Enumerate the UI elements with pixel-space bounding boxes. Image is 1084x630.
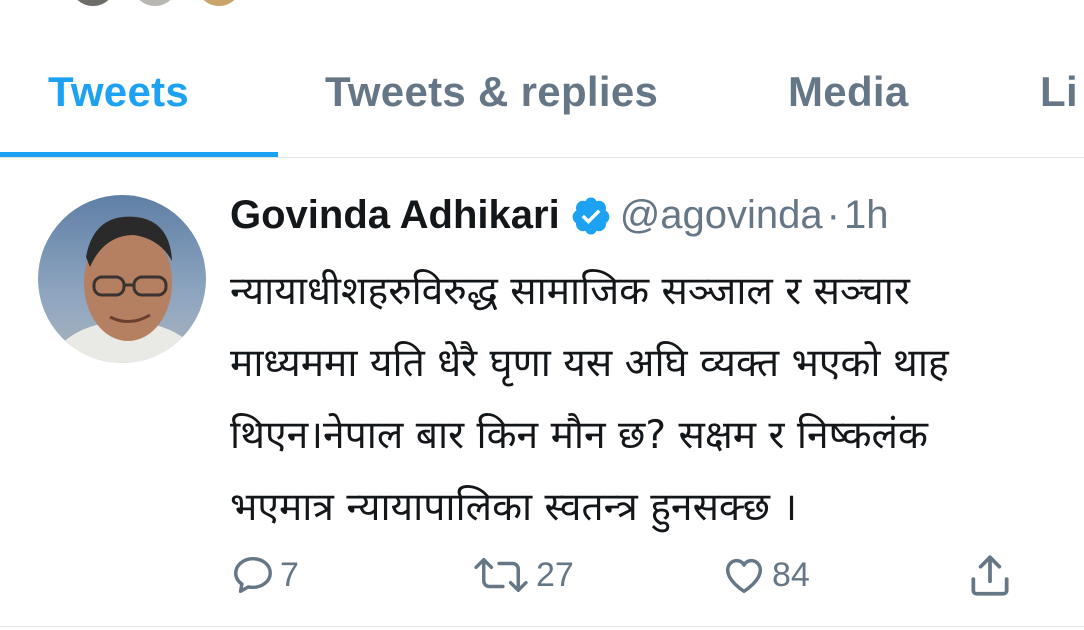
share-button[interactable] (965, 552, 1015, 598)
profile-tabs: Tweets Tweets & replies Media Li (0, 0, 1084, 160)
share-icon (971, 555, 1009, 596)
tab-media[interactable]: Media (788, 68, 909, 116)
verified-badge-icon (572, 196, 610, 235)
reply-icon (234, 556, 272, 594)
retweet-icon (474, 557, 528, 593)
tabs-divider (0, 157, 1084, 158)
handle[interactable]: @agovinda (620, 193, 823, 237)
display-name[interactable]: Govinda Adhikari (230, 193, 560, 237)
like-button[interactable]: 84 (720, 552, 810, 598)
tweet-text[interactable]: न्यायाधीशहरुविरुद्ध सामाजिक सञ्जाल र सञ्… (230, 256, 1084, 544)
retweet-count: 27 (536, 555, 574, 594)
tweet-text-line: थिएन।नेपाल बार किन मौन छ? सक्षम र निष्कल… (230, 413, 928, 458)
tweet-header: Govinda Adhikari @agovinda · 1h (230, 193, 888, 243)
separator-dot: · (826, 193, 840, 237)
tweet-text-line: भएमात्र न्यायापालिका स्वतन्त्र हुनसक्छ । (230, 485, 798, 530)
tab-tweets[interactable]: Tweets (48, 68, 189, 116)
tab-tweets-and-replies[interactable]: Tweets & replies (325, 68, 658, 116)
timestamp[interactable]: 1h (844, 193, 889, 237)
reply-count: 7 (280, 555, 299, 594)
reply-button[interactable]: 7 (230, 552, 299, 598)
like-count: 84 (772, 555, 810, 594)
tweet-text-line: माध्यममा यति धेरै घृणा यस अघि व्यक्त भएक… (230, 341, 949, 386)
tweet-divider (0, 626, 1084, 627)
avatar[interactable] (38, 195, 206, 363)
heart-icon (725, 558, 763, 594)
tweet-text-line: न्यायाधीशहरुविरुद्ध सामाजिक सञ्जाल र सञ्… (230, 269, 910, 314)
retweet-button[interactable]: 27 (470, 552, 574, 598)
tab-likes[interactable]: Li (1040, 68, 1078, 116)
